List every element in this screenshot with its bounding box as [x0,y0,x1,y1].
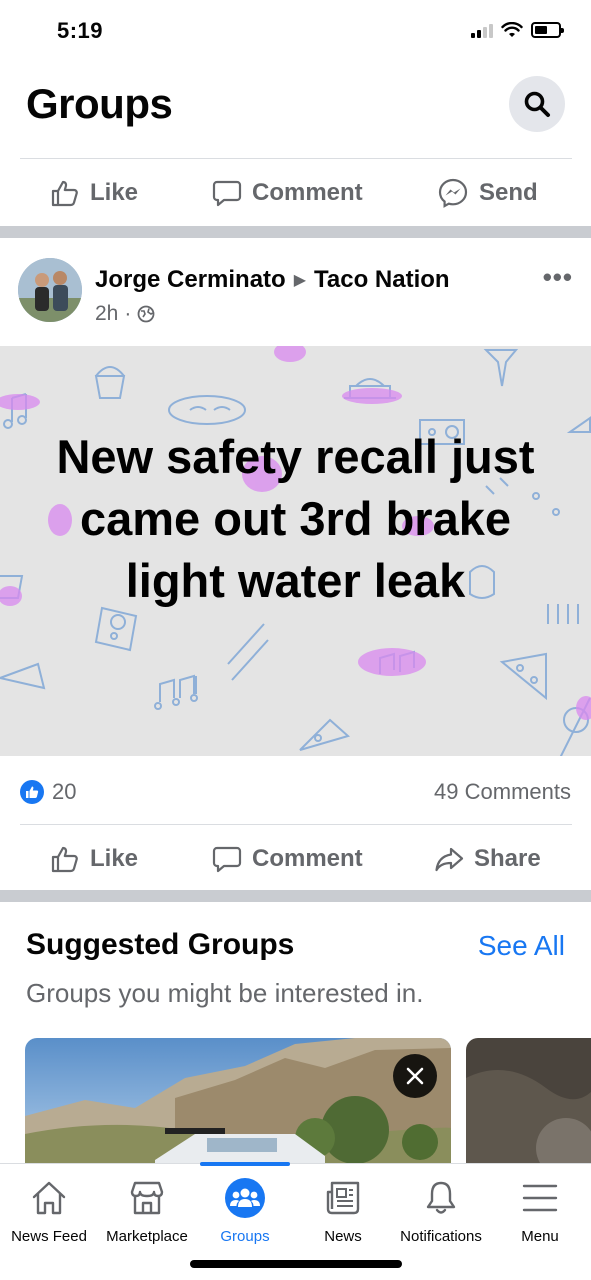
tab-notifications[interactable]: Notifications [392,1164,490,1254]
post-time[interactable]: 2h [95,302,118,326]
tab-label: Groups [220,1228,270,1245]
suggested-subtitle: Groups you might be interested in. [26,978,424,1008]
post-action-row: Like Comment Share [0,826,591,892]
signal-icon [471,22,493,38]
like-reaction-icon [20,780,44,804]
bell-icon [426,1181,456,1214]
thumbs-up-icon [51,180,78,207]
page-title: Groups [26,80,173,127]
see-all-link[interactable]: See All [478,930,565,962]
tab-label: Marketplace [106,1228,188,1245]
post-text: New safety recall just came out 3rd brak… [56,430,535,607]
tab-label: News [324,1228,362,1245]
author-name[interactable]: Jorge Cerminato [95,266,286,294]
globe-icon [137,305,155,323]
comment-button[interactable]: Comment [212,178,363,208]
section-separator [0,226,591,238]
post-meta: 2h · [95,302,155,326]
more-options-button[interactable]: ••• [543,262,573,293]
news-icon [326,1181,360,1215]
menu-icon [522,1184,558,1212]
avatar-photo [18,258,82,322]
share-icon [435,847,464,872]
like-button[interactable]: Like [50,178,138,208]
meta-separator: · [124,302,132,325]
comment-icon [212,846,242,873]
tab-menu[interactable]: Menu [491,1164,589,1254]
like-label: Like [90,179,139,206]
group-name[interactable]: Taco Nation [314,266,450,294]
search-button[interactable] [509,76,565,132]
tab-label: Notifications [400,1228,482,1245]
post-share-button[interactable]: Share [434,844,541,874]
suggested-title: Suggested Groups [26,928,295,961]
tab-groups[interactable]: Groups [196,1164,294,1254]
divider [20,824,572,825]
comment-icon [212,180,242,207]
battery-icon [531,22,564,38]
group-cover-photo [466,1038,591,1178]
group-card[interactable] [25,1038,451,1178]
messenger-icon [438,178,468,208]
comment-count[interactable]: 49 Comments [434,779,571,805]
tab-marketplace[interactable]: Marketplace [98,1164,196,1254]
groups-icon [225,1178,265,1218]
reaction-count[interactable]: 20 [52,779,76,805]
marketplace-icon [130,1181,164,1215]
tab-label: Menu [521,1228,559,1245]
close-icon [406,1067,424,1085]
post-text-background[interactable]: New safety recall just came out 3rd brak… [0,346,591,756]
tab-news-feed[interactable]: News Feed [0,1164,98,1254]
send-label: Send [479,179,538,206]
avatar[interactable] [18,258,82,322]
thumbs-up-icon [51,846,78,873]
group-card[interactable] [466,1038,591,1178]
status-bar: 5:19 [0,0,591,62]
post-comment-button[interactable]: Comment [212,844,363,874]
post-header: Jorge Cerminato ▶ Taco Nation 2h · ••• [0,238,591,346]
search-icon [524,91,550,117]
caret-right-icon: ▶ [293,272,307,289]
send-button[interactable]: Send [437,177,538,209]
reactions-summary: 20 49 Comments [0,766,591,818]
post-author-line: Jorge Cerminato ▶ Taco Nation [95,266,450,294]
wifi-icon [501,22,523,37]
top-action-row: Like Comment Send [0,160,591,226]
status-time: 5:19 [57,18,104,43]
section-separator [0,890,591,902]
comment-label: Comment [252,845,363,872]
tab-label: News Feed [11,1228,87,1245]
like-label: Like [90,845,139,872]
divider [20,158,572,159]
home-indicator[interactable] [190,1260,402,1268]
dismiss-group-button[interactable] [393,1054,437,1098]
post-like-button[interactable]: Like [50,844,138,874]
tab-news[interactable]: News [294,1164,392,1254]
status-icons [471,22,564,38]
bottom-tab-bar: News Feed Marketplace Groups News Notifi… [0,1162,591,1280]
group-cover-photo [25,1038,451,1178]
share-label: Share [474,845,541,872]
page-header: Groups [0,62,591,158]
comment-label: Comment [252,179,363,206]
home-icon [32,1181,66,1215]
